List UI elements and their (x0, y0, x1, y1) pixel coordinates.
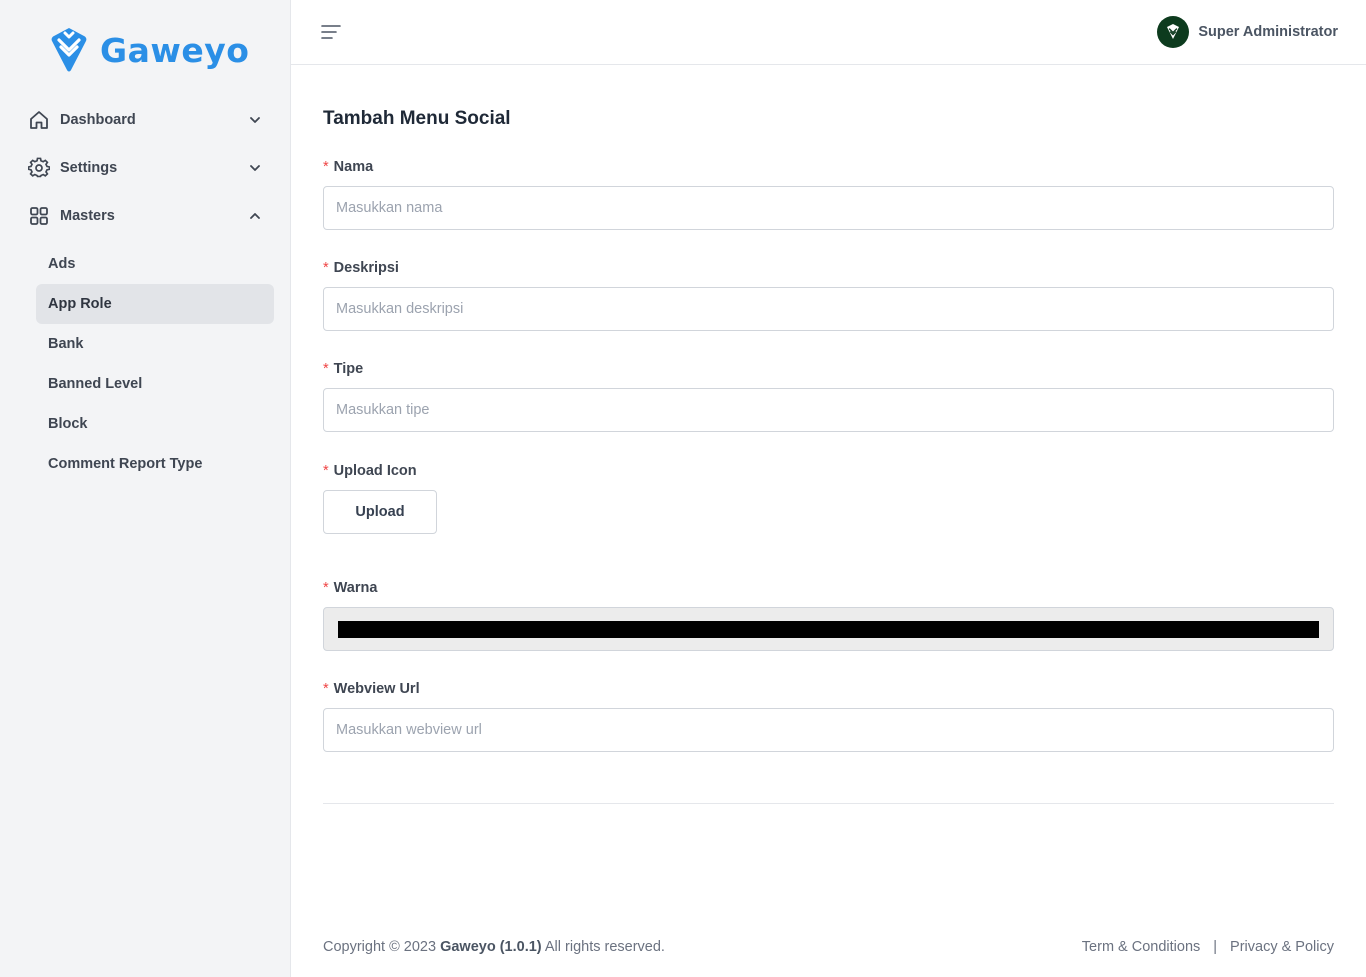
webview-url-input[interactable] (323, 708, 1334, 752)
nama-input[interactable] (323, 186, 1334, 230)
sidebar-subitem-block[interactable]: Block (36, 404, 274, 444)
sidebar-subitem-bank[interactable]: Bank (36, 324, 274, 364)
footer-separator: | (1213, 939, 1218, 955)
brand[interactable]: Gaweyo (50, 26, 249, 74)
sidebar: Gaweyo Dashboard Settings Masters Ads Ap… (0, 0, 291, 977)
deskripsi-input[interactable] (323, 287, 1334, 331)
privacy-link[interactable]: Privacy & Policy (1230, 939, 1334, 955)
user-menu[interactable]: Super Administrator (1157, 16, 1338, 48)
tipe-label: * Tipe (323, 361, 364, 377)
sidebar-subitem-banned-level[interactable]: Banned Level (36, 364, 274, 404)
gaweyo-logo-icon (51, 28, 87, 72)
chevron-up-icon (250, 213, 260, 219)
sidebar-item-masters[interactable]: Masters (28, 200, 268, 232)
terms-link[interactable]: Term & Conditions (1082, 939, 1200, 955)
gear-icon (28, 157, 50, 179)
chevron-down-icon (250, 165, 260, 171)
tipe-input[interactable] (323, 388, 1334, 432)
chevron-down-icon (250, 117, 260, 123)
sidebar-item-settings[interactable]: Settings (28, 152, 268, 184)
footer-copyright: Copyright © 2023 Gaweyo (1.0.1) All righ… (323, 939, 665, 955)
sidebar-item-label: Settings (60, 160, 118, 176)
color-swatch (338, 621, 1319, 638)
webview-url-label: * Webview Url (323, 681, 420, 697)
upload-icon-label: * Upload Icon (323, 463, 417, 479)
required-mark: * (323, 681, 329, 697)
sidebar-subitem-app-role[interactable]: App Role (36, 284, 274, 324)
grid-icon (28, 205, 50, 227)
avatar (1157, 16, 1190, 48)
app-version: Gaweyo (1.0.1) (440, 939, 542, 955)
top-bar: Super Administrator (291, 0, 1366, 65)
user-name: Super Administrator (1198, 24, 1338, 40)
deskripsi-label: * Deskripsi (323, 260, 399, 276)
sidebar-item-dashboard[interactable]: Dashboard (28, 104, 268, 136)
required-mark: * (323, 463, 329, 479)
page-title: Tambah Menu Social (323, 108, 511, 129)
nama-label: * Nama (323, 159, 374, 175)
warna-color-picker[interactable] (323, 607, 1334, 651)
required-mark: * (323, 361, 329, 377)
required-mark: * (323, 159, 329, 175)
required-mark: * (323, 580, 329, 596)
form-divider (323, 803, 1334, 804)
sidebar-item-label: Dashboard (60, 112, 136, 128)
home-icon (28, 109, 50, 131)
required-mark: * (323, 260, 329, 276)
sidebar-item-label: Masters (60, 208, 115, 224)
user-logo-icon (1167, 24, 1180, 39)
sidebar-subitem-ads[interactable]: Ads (36, 244, 274, 284)
sidebar-subitem-comment-report-type[interactable]: Comment Report Type (36, 444, 274, 484)
warna-label: * Warna (323, 580, 378, 596)
menu-toggle-icon[interactable] (321, 24, 341, 40)
brand-name: Gaweyo (100, 30, 250, 70)
footer-links: Term & Conditions | Privacy & Policy (1082, 939, 1334, 955)
upload-button[interactable]: Upload (323, 490, 437, 534)
